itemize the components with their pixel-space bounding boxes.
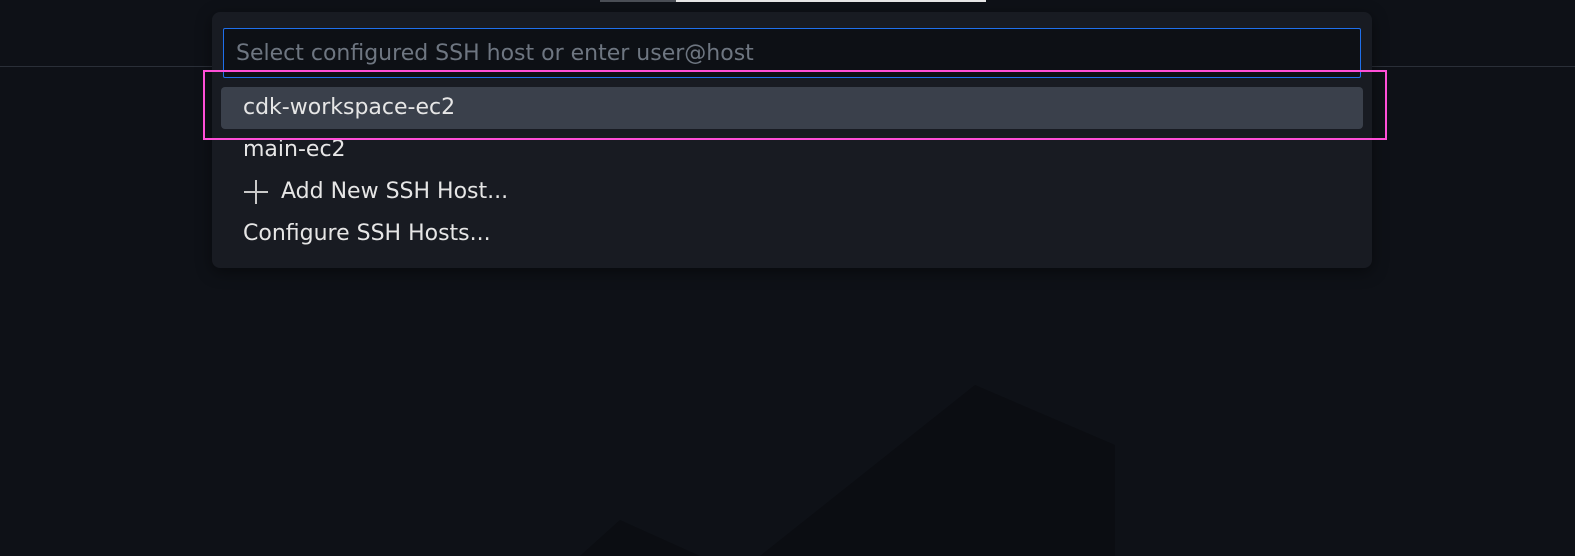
list-item-label: Add New SSH Host... [281, 179, 509, 204]
list-item-add-new-ssh-host[interactable]: Add New SSH Host... [221, 171, 1363, 213]
list-item-label: main-ec2 [243, 137, 346, 162]
ssh-host-list: cdk-workspace-ec2 main-ec2 Add New SSH H… [221, 87, 1363, 255]
list-item-cdk-workspace-ec2[interactable]: cdk-workspace-ec2 [221, 87, 1363, 129]
list-item-main-ec2[interactable]: main-ec2 [221, 129, 1363, 171]
plus-icon [243, 179, 269, 205]
list-item-label: Configure SSH Hosts... [243, 221, 491, 246]
ssh-host-input[interactable] [223, 28, 1361, 78]
list-item-configure-ssh-hosts[interactable]: Configure SSH Hosts... [221, 213, 1363, 255]
list-item-label: cdk-workspace-ec2 [243, 95, 456, 120]
ssh-host-quick-pick: cdk-workspace-ec2 main-ec2 Add New SSH H… [212, 12, 1372, 268]
